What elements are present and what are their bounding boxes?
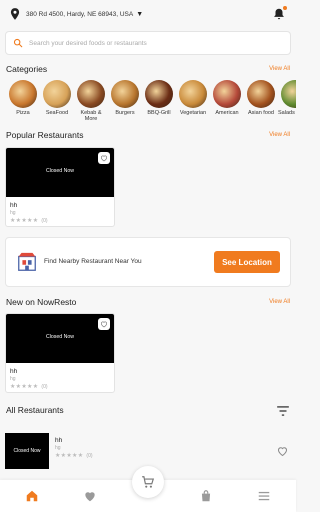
popular-view-all-link[interactable]: View All xyxy=(269,132,290,138)
category-label: American xyxy=(215,110,239,116)
categories-view-all-link[interactable]: View All xyxy=(269,66,290,72)
closed-label: Closed Now xyxy=(13,448,41,454)
all-restaurants-title: All Restaurants xyxy=(6,405,64,415)
search-bar[interactable] xyxy=(5,31,291,55)
category-item[interactable]: BBQ-Grill xyxy=(142,80,176,128)
bag-icon[interactable] xyxy=(199,489,213,503)
heart-outline-icon xyxy=(100,321,108,328)
category-item[interactable]: Asian food xyxy=(244,80,278,128)
new-on-title: New on NowResto xyxy=(6,297,77,307)
menu-icon[interactable] xyxy=(257,489,271,503)
categories-title: Categories xyxy=(6,64,48,74)
category-item[interactable]: Vegetarian xyxy=(176,80,210,128)
search-icon xyxy=(13,38,23,48)
star-rating: ★★★★★ xyxy=(55,453,84,459)
category-label: Burgers xyxy=(115,110,135,116)
restaurant-image: Closed Now xyxy=(6,314,114,363)
restaurant-info: hh hg ★★★★★ (0) xyxy=(55,433,93,469)
category-label: Pizza xyxy=(16,110,30,116)
kebab-icon xyxy=(77,80,105,108)
asian-food-icon xyxy=(247,80,275,108)
category-label: Vegetarian xyxy=(179,110,207,116)
rating: ★★★★★ (0) xyxy=(10,383,114,391)
chevron-down-icon[interactable]: ▼ xyxy=(136,11,143,18)
restaurant-image: Closed Now xyxy=(6,148,114,197)
notification-dot xyxy=(283,6,287,10)
popular-restaurant-card[interactable]: Closed Now hh hg ★★★★★ (0) xyxy=(5,147,115,227)
american-icon xyxy=(213,80,241,108)
category-item[interactable]: SeaFood xyxy=(40,80,74,128)
favorite-button[interactable] xyxy=(98,152,110,164)
bbq-icon xyxy=(145,80,173,108)
cart-icon xyxy=(142,476,155,488)
restaurant-name: hh xyxy=(55,437,63,444)
banner-text: Find Nearby Restaurant Near You xyxy=(44,257,142,265)
restaurant-map-icon xyxy=(18,252,36,271)
closed-label: Closed Now xyxy=(46,334,74,340)
restaurant-tag: hg xyxy=(10,210,16,216)
home-icon[interactable] xyxy=(25,489,39,503)
restaurant-tag: hg xyxy=(55,445,61,451)
category-item[interactable]: American xyxy=(210,80,244,128)
location-bar[interactable]: 380 Rd 4500, Hardy, NE 68943, USA ▼ xyxy=(0,0,296,28)
pizza-icon xyxy=(9,80,37,108)
closed-label: Closed Now xyxy=(46,168,74,174)
rating-count: (0) xyxy=(86,452,93,459)
restaurant-name: hh xyxy=(10,202,18,209)
category-label: Asian food xyxy=(248,110,274,116)
popular-title: Popular Restaurants xyxy=(6,130,84,140)
favorite-button[interactable] xyxy=(98,318,110,330)
category-label: Salads Soups xyxy=(278,110,296,116)
star-rating: ★★★★★ xyxy=(10,384,39,390)
categories-list: Pizza SeaFood Kebab & More Burgers BBQ-Grill… xyxy=(6,80,296,128)
category-item[interactable]: Pizza xyxy=(6,80,40,128)
vegetarian-icon xyxy=(179,80,207,108)
rating-count: (0) xyxy=(41,217,48,224)
category-item[interactable]: Burgers xyxy=(108,80,142,128)
search-input[interactable] xyxy=(29,39,269,47)
category-item[interactable]: Salads Soups xyxy=(278,80,296,128)
restaurant-image: Closed Now xyxy=(5,433,49,469)
star-rating: ★★★★★ xyxy=(10,218,39,224)
new-restaurant-card[interactable]: Closed Now hh hg ★★★★★ (0) xyxy=(5,313,115,393)
heart-outline-icon[interactable] xyxy=(276,445,289,457)
restaurant-tag: hg xyxy=(10,376,16,382)
category-item[interactable]: Kebab & More xyxy=(74,80,108,128)
new-on-view-all-link[interactable]: View All xyxy=(269,299,290,305)
cart-button[interactable] xyxy=(132,466,164,498)
rating: ★★★★★ (0) xyxy=(55,452,93,460)
seafood-icon xyxy=(43,80,71,108)
category-label: BBQ-Grill xyxy=(147,110,171,116)
location-text: 380 Rd 4500, Hardy, NE 68943, USA xyxy=(26,10,134,18)
heart-icon[interactable] xyxy=(83,489,97,503)
new-on-header: New on NowResto View All xyxy=(6,297,290,307)
salad-icon xyxy=(281,80,296,108)
restaurant-list-item[interactable]: Closed Now hh hg ★★★★★ (0) xyxy=(5,433,291,469)
rating-count: (0) xyxy=(41,383,48,390)
categories-header: Categories View All xyxy=(6,64,290,74)
category-label: Kebab & More xyxy=(80,110,102,123)
heart-outline-icon xyxy=(100,155,108,162)
restaurant-name: hh xyxy=(10,368,18,375)
burger-icon xyxy=(111,80,139,108)
rating: ★★★★★ (0) xyxy=(10,217,114,225)
location-pin-icon xyxy=(10,8,20,20)
category-label: SeaFood xyxy=(45,110,69,116)
see-location-button[interactable]: See Location xyxy=(214,251,280,273)
find-nearby-banner: Find Nearby Restaurant Near You See Loca… xyxy=(5,237,291,287)
all-restaurants-header: All Restaurants xyxy=(6,405,290,415)
filter-icon[interactable] xyxy=(276,405,290,417)
popular-header: Popular Restaurants View All xyxy=(6,130,290,140)
